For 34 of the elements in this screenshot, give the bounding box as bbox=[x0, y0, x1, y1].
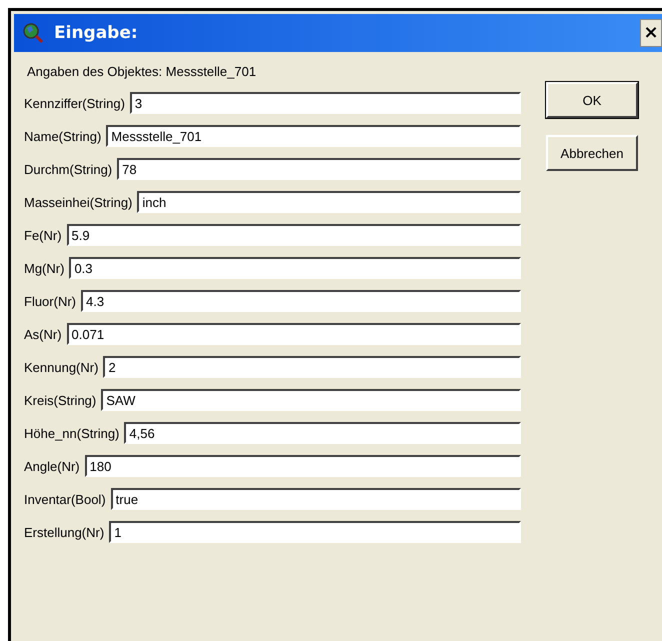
window-title: Eingabe: bbox=[54, 23, 139, 43]
field-label: Angle(Nr) bbox=[24, 458, 80, 474]
close-button[interactable]: × bbox=[640, 19, 662, 47]
field-label: Kreis(String) bbox=[24, 392, 96, 408]
field-label: Fluor(Nr) bbox=[24, 294, 76, 308]
input-field[interactable]: 2 bbox=[103, 356, 521, 378]
input-field[interactable]: 1 bbox=[109, 521, 521, 543]
field-label: Name(String) bbox=[24, 128, 102, 144]
object-heading: Angaben des Objektes: Messstelle_701 bbox=[26, 64, 258, 79]
input-field[interactable]: Messstelle_701 bbox=[106, 125, 521, 147]
input-field[interactable]: 180 bbox=[84, 455, 521, 477]
input-field[interactable]: 0.3 bbox=[69, 257, 521, 279]
field-label: Masseinhei(String) bbox=[24, 194, 132, 210]
field-label: Inventar(Bool) bbox=[24, 492, 106, 506]
field-label: As(Nr) bbox=[24, 326, 62, 342]
input-field[interactable]: SAW bbox=[101, 389, 521, 411]
field-label: Höhe_nn(String) bbox=[24, 426, 120, 440]
input-field[interactable]: 4.3 bbox=[81, 290, 521, 312]
input-field[interactable]: 5.9 bbox=[66, 224, 521, 246]
dialog-button[interactable]: Abbrechen bbox=[546, 135, 638, 171]
magnifier-globe-icon bbox=[22, 22, 44, 44]
field-label: Fe(Nr) bbox=[24, 228, 62, 242]
input-field[interactable]: inch bbox=[137, 191, 521, 213]
input-field[interactable]: 0.071 bbox=[66, 323, 521, 345]
dialog-button[interactable]: OK bbox=[546, 82, 638, 118]
input-field[interactable]: 78 bbox=[117, 158, 521, 180]
field-label: Durchm(String) bbox=[24, 162, 112, 176]
input-field[interactable]: true bbox=[110, 488, 521, 510]
field-label: Erstellung(Nr) bbox=[24, 524, 104, 540]
input-field[interactable]: 4,56 bbox=[124, 422, 521, 444]
input-field[interactable]: 3 bbox=[130, 92, 521, 114]
field-label: Kennziffer(String) bbox=[24, 96, 125, 110]
field-label: Kennung(Nr) bbox=[24, 360, 98, 374]
field-label: Mg(Nr) bbox=[24, 260, 64, 276]
